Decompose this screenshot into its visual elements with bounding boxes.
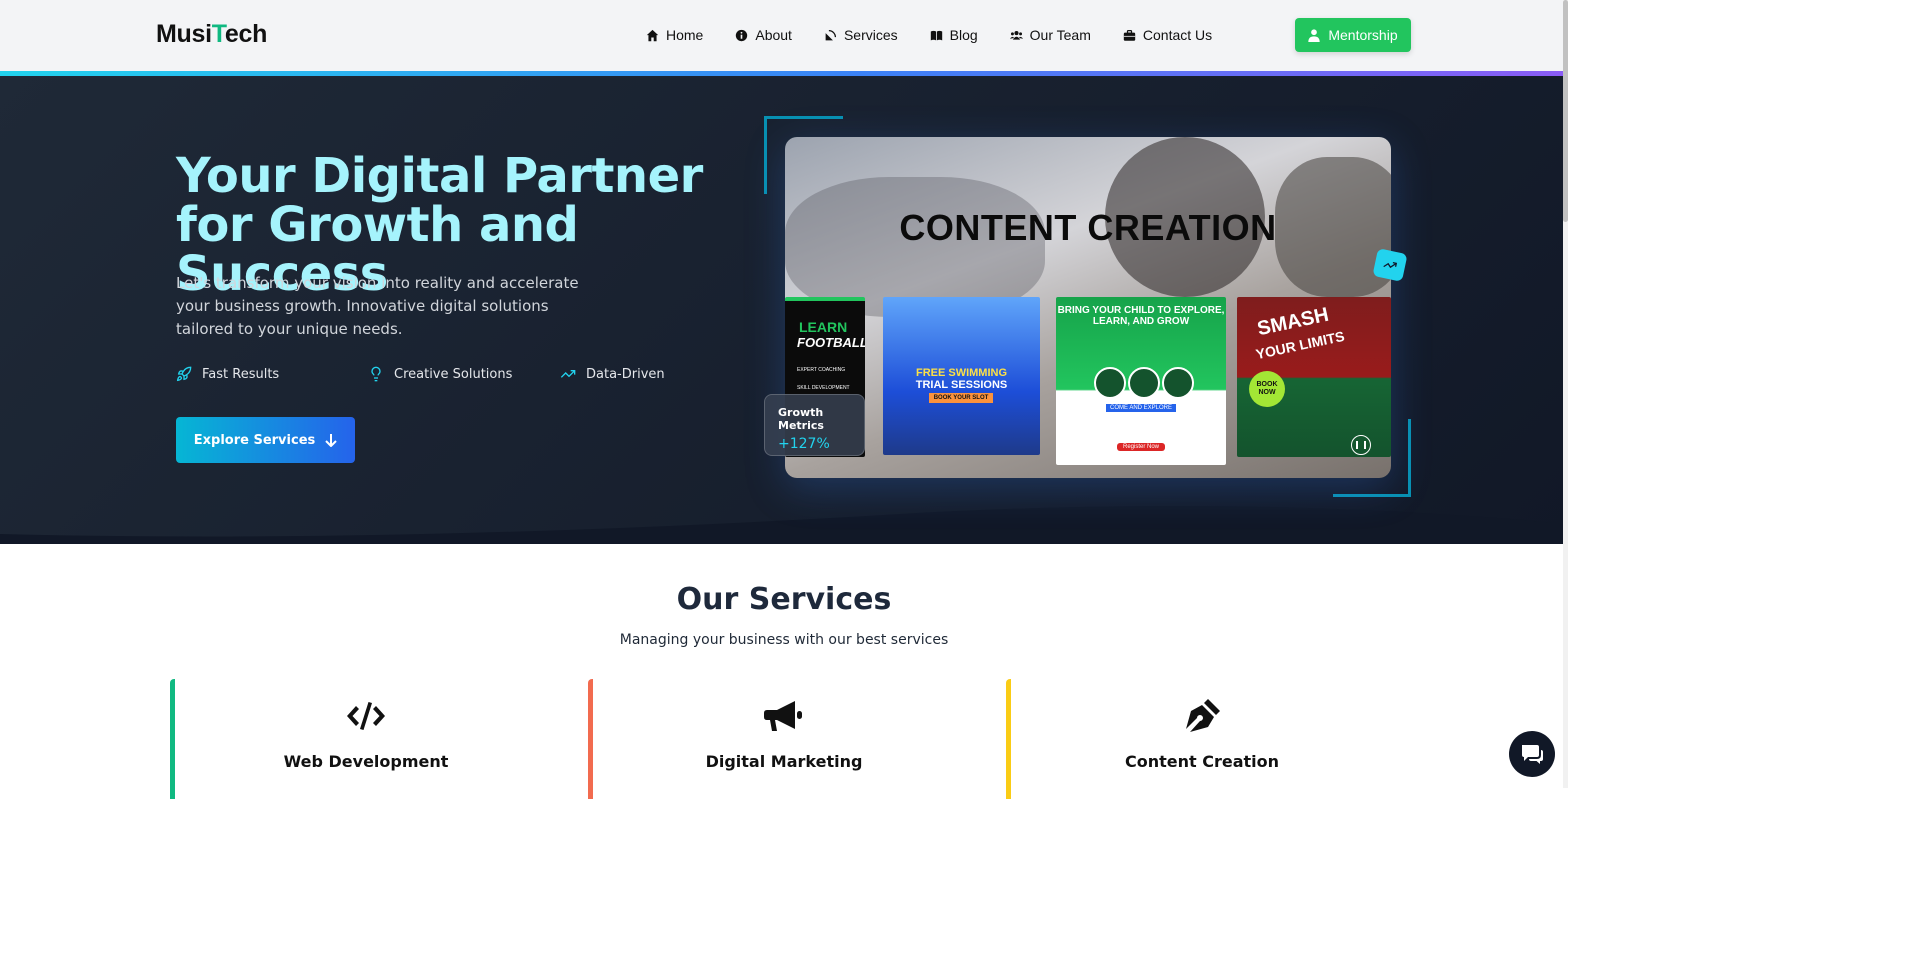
media-headline: CONTENT CREATION [899, 207, 1277, 248]
home-icon [646, 29, 659, 41]
hero-section: Your Digital Partner for Growth and Succ… [0, 76, 1568, 544]
poster-text: FOOTBALL [797, 335, 865, 350]
lightbulb-icon [371, 366, 381, 382]
nav-item-label: About [755, 27, 792, 43]
feature-data-driven: Data-Driven [560, 366, 752, 382]
poster-text: Register Now [1116, 443, 1165, 451]
hero-subtitle: Let's transform your vision into reality… [176, 274, 579, 338]
nav-item-label: Contact Us [1142, 27, 1213, 43]
growth-metrics-value: +127% [778, 436, 830, 452]
pause-icon[interactable] [1351, 435, 1371, 455]
poster-text: SKILL DEVELOPMENT [797, 385, 850, 391]
service-card-title: Web Development [283, 752, 449, 771]
nav-item-label: Blog [949, 27, 978, 43]
poster-text: BOOK YOUR SLOT [929, 393, 993, 403]
nav-item-label: Our Team [1029, 27, 1091, 43]
megaphone-icon [764, 701, 802, 731]
explore-services-label: Explore Services [193, 432, 316, 448]
trend-badge [1372, 248, 1408, 282]
explore-services-button[interactable]: Explore Services [176, 417, 355, 463]
user-tie-icon [1308, 28, 1321, 42]
growth-metrics-label: Growth Metrics [778, 406, 824, 432]
poster-smash-your-limits: SMASH YOUR LIMITS BOOK NOW [1237, 297, 1391, 457]
nav-item-home[interactable]: Home [630, 18, 719, 52]
poster-free-swimming: FREE SWIMMING TRIAL SESSIONS BOOK YOUR S… [883, 297, 1040, 455]
logo-text-suffix: ech [224, 20, 268, 48]
poster-text: LEARN [799, 319, 848, 335]
service-card-web-development[interactable]: Web Development [170, 679, 562, 799]
info-icon [736, 29, 748, 41]
satellite-dish-icon [825, 29, 836, 40]
nav-item-label: Home [666, 27, 704, 43]
briefcase-icon [1123, 29, 1136, 41]
poster-photo-circles [1094, 367, 1194, 399]
poster-bring-your-child: BRING YOUR CHILD TO EXPLORE, LEARN, AND … [1056, 297, 1226, 465]
nav-item-label: Services [843, 27, 898, 43]
arrow-down-icon [325, 434, 337, 447]
poster-text: EXPERT COACHING [797, 367, 846, 373]
service-card-title: Digital Marketing [705, 752, 863, 771]
code-icon [347, 702, 385, 730]
chat-icon [1522, 745, 1543, 764]
top-navbar: MusiTech Home About Services Blog Our Te… [0, 0, 1568, 72]
mentorship-button-label: Mentorship [1328, 27, 1398, 43]
logo[interactable]: MusiTech [156, 20, 267, 49]
poster-text: COME AND EXPLORE [1105, 404, 1176, 412]
logo-text-accent: T [211, 20, 225, 48]
poster-text: BRING YOUR CHILD TO EXPLORE, LEARN, AND … [1057, 305, 1225, 327]
service-card-content-creation[interactable]: Content Creation [1006, 679, 1398, 799]
feature-label: Fast Results [202, 366, 280, 382]
nav-item-services[interactable]: Services [808, 18, 914, 52]
growth-metrics-card: Growth Metrics +127% [764, 394, 865, 456]
service-card-title: Content Creation [1124, 752, 1280, 771]
logo-text-prefix: Musi [156, 20, 212, 48]
pen-nib-icon [1186, 699, 1220, 732]
scrollbar-thumb[interactable] [1563, 0, 1568, 222]
mentorship-button[interactable]: Mentorship [1295, 18, 1411, 52]
trending-up-icon [560, 370, 576, 378]
nav-item-contact-us[interactable]: Contact Us [1107, 18, 1228, 52]
feature-label: Data-Driven [586, 366, 665, 382]
hero-features: Fast Results Creative Solutions Data-Dri… [176, 366, 752, 382]
users-icon [1009, 30, 1023, 40]
page-scrollbar[interactable] [1563, 0, 1568, 788]
service-card-digital-marketing[interactable]: Digital Marketing [588, 679, 980, 799]
nav-item-blog[interactable]: Blog [914, 18, 994, 52]
poster-text: FREE SWIMMING [915, 367, 1008, 379]
trending-up-icon [1383, 262, 1398, 269]
nav-links: Home About Services Blog Our Team Contac… [630, 18, 1228, 52]
poster-text: TRIAL SESSIONS [915, 379, 1008, 391]
poster-badge: BOOK NOW [1249, 371, 1285, 407]
services-title: Our Services [676, 582, 892, 617]
services-subtitle: Managing your business with our best ser… [619, 632, 949, 648]
book-icon [930, 30, 942, 40]
chat-widget-button[interactable] [1509, 731, 1555, 777]
nav-item-about[interactable]: About [719, 18, 808, 52]
feature-label: Creative Solutions [394, 366, 513, 382]
feature-fast-results: Fast Results [176, 366, 368, 382]
nav-item-our-team[interactable]: Our Team [994, 18, 1107, 52]
rocket-icon [176, 366, 192, 382]
hero-media-carousel[interactable]: CONTENT CREATION LEARN FOOTBALL EXPERT C… [785, 137, 1391, 478]
feature-creative-solutions: Creative Solutions [368, 366, 560, 382]
